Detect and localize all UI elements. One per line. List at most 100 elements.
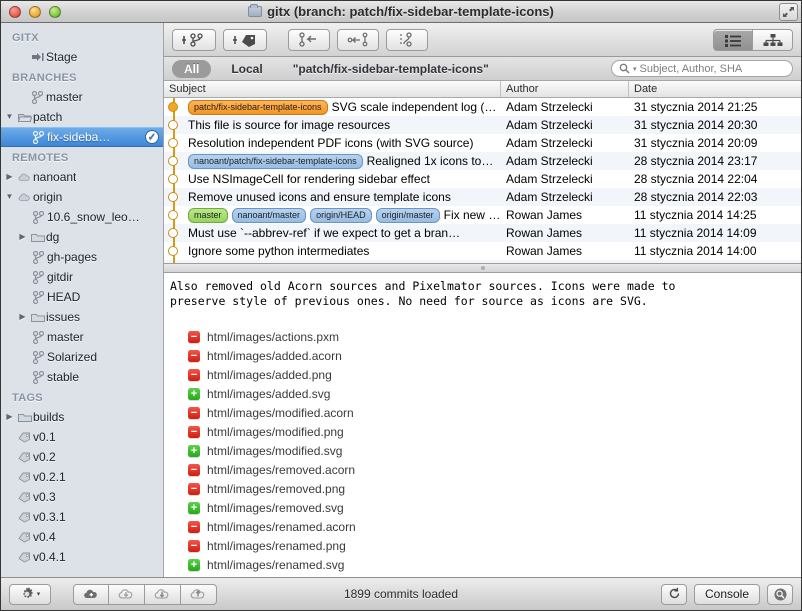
sidebar-item-gh-pages[interactable]: gh-pages [1,247,163,267]
commit-list[interactable]: patch/fix-sidebar-template-icons SVG sca… [164,98,801,263]
sidebar-item-head[interactable]: HEAD [1,287,163,307]
column-header-author[interactable]: Author [501,81,629,97]
table-row[interactable]: Use NSImageCell for rendering sidebar ef… [164,170,801,188]
pane-splitter[interactable] [164,263,801,273]
changed-file-list[interactable]: − html/images/actions.pxm − html/images/… [164,327,801,577]
inspector-button[interactable] [767,583,793,605]
column-header-subject[interactable]: Subject [164,81,501,97]
sidebar-item-nanoant[interactable]: ▶ nanoant [1,167,163,187]
filter-all[interactable]: All [172,59,212,78]
sidebar-item-v0-1[interactable]: v0.1 [1,427,163,447]
filter-branch[interactable]: "patch/fix-sidebar-template-icons" [283,62,499,76]
table-row[interactable]: master nanoant/master origin/HEAD origin… [164,206,801,224]
sidebar-item-patch[interactable]: ▼ patch [1,107,163,127]
sidebar-item-10-6-snow-leopard[interactable]: 10.6_snow_leo… [1,207,163,227]
list-item[interactable]: − html/images/added.png [188,365,801,384]
ref-badge[interactable]: nanoant/master [231,207,307,223]
sidebar-item-origin-master[interactable]: master [1,327,163,347]
sidebar-item-fix-sidebar-template-icons[interactable]: fix-sideba… ✓ [1,127,163,147]
table-row[interactable]: Resolution independent PDF icons (with S… [164,134,801,152]
search-field[interactable]: ▾ Subject, Author, SHA [611,60,793,77]
disclosure-triangle[interactable]: ▶ [3,173,16,181]
push-button[interactable] [181,583,217,605]
table-row[interactable]: This file is source for image resources … [164,116,801,134]
remote-transfer-buttons[interactable] [73,583,217,605]
sidebar-item-v0-2-1[interactable]: v0.2.1 [1,467,163,487]
disclosure-triangle[interactable]: ▼ [3,193,16,201]
list-item[interactable]: + html/images/removed.svg [188,498,801,517]
sidebar-item-issues[interactable]: ▶ issues [1,307,163,327]
close-button[interactable] [9,5,21,18]
pull-button[interactable] [145,583,181,605]
column-header-date[interactable]: Date [629,81,801,97]
ref-badge[interactable]: origin/master [375,207,440,223]
zoom-button[interactable] [49,5,61,18]
list-item[interactable]: − html/images/actions.pxm [188,327,801,346]
sidebar-item-origin[interactable]: ▼ origin [1,187,163,207]
sidebar-item-v0-2[interactable]: v0.2 [1,447,163,467]
add-remote-button[interactable] [73,583,109,605]
commit-detail-pane[interactable]: Also removed old Acorn sources and Pixel… [164,273,801,577]
list-item[interactable]: + html/images/renamed.svg [188,555,801,574]
sidebar-item-stable[interactable]: stable [1,367,163,387]
sidebar-item-builds[interactable]: ▶ builds [1,407,163,427]
disclosure-triangle[interactable]: ▶ [3,413,16,421]
new-branch-button[interactable] [172,28,216,51]
list-item[interactable]: − html/images/renamed.acorn [188,517,801,536]
refresh-button[interactable] [661,583,687,605]
disclosure-triangle[interactable]: ▶ [16,313,29,321]
sidebar-item-stage[interactable]: Stage [1,47,163,67]
sidebar-item-solarized[interactable]: Solarized [1,347,163,367]
fetch-button[interactable] [109,583,145,605]
sidebar-item-v0-3[interactable]: v0.3 [1,487,163,507]
file-path: html/images/renamed.png [207,538,346,553]
list-item[interactable]: − html/images/modified.acorn [188,403,801,422]
checkout-button[interactable] [288,28,330,51]
table-row[interactable]: Unify build scripts Rowan James 11 stycz… [164,260,801,263]
sidebar-item-dg[interactable]: ▶ dg [1,227,163,247]
table-row[interactable]: Must use `--abbrev-ref` if we expect to … [164,224,801,242]
list-item[interactable]: − html/images/modified.png [188,422,801,441]
sidebar-item-label: gitdir [47,270,74,284]
ref-badge[interactable]: nanoant/patch/fix-sidebar-template-icons [188,153,363,169]
view-mode-segmented-control[interactable] [713,28,793,51]
list-item[interactable]: − html/images/renamed.png [188,536,801,555]
ref-badge[interactable]: origin/HEAD [310,207,372,223]
file-added-icon: + [188,444,200,457]
tree-view-button[interactable] [753,28,793,51]
fullscreen-button[interactable] [779,3,798,21]
list-item[interactable]: + html/images/added.svg [188,384,801,403]
merge-button[interactable] [337,28,379,51]
list-item[interactable]: − html/images/removed.acorn [188,460,801,479]
commit-table-header[interactable]: Subject Author Date [164,81,801,98]
disclosure-triangle[interactable]: ▼ [3,113,16,121]
bottom-toolbar: ▾ 1899 commits loaded Console [1,577,801,610]
table-row[interactable]: nanoant/patch/fix-sidebar-template-icons… [164,152,801,170]
console-button[interactable]: Console [694,583,760,605]
ref-badge[interactable]: master [188,207,228,223]
ref-badge[interactable]: patch/fix-sidebar-template-icons [188,99,328,115]
list-view-button[interactable] [713,28,753,51]
sidebar-item-gitdir[interactable]: gitdir [1,267,163,287]
table-row[interactable]: Remove unused icons and ensure template … [164,188,801,206]
actions-gear-button[interactable]: ▾ [9,583,51,605]
minimize-button[interactable] [29,5,41,18]
sidebar-item-label: gh-pages [47,250,98,264]
sidebar-item-master[interactable]: master [1,87,163,107]
new-tag-button[interactable] [223,28,267,51]
table-row[interactable]: patch/fix-sidebar-template-icons SVG sca… [164,98,801,116]
branch-icon [30,130,47,144]
table-row[interactable]: Ignore some python intermediates Rowan J… [164,242,801,260]
list-item[interactable]: − html/images/removed.png [188,479,801,498]
filter-local[interactable]: Local [221,62,272,76]
rebase-button[interactable] [386,28,428,51]
disclosure-triangle[interactable]: ▶ [16,233,29,241]
search-caret-icon[interactable]: ▾ [633,65,637,73]
list-item[interactable]: + html/images/modified.svg [188,441,801,460]
sidebar[interactable]: GITX Stage BRANCHES master ▼ patch fix-s… [1,23,164,577]
list-item[interactable]: − html/images/added.acorn [188,346,801,365]
sidebar-item-v0-4[interactable]: v0.4 [1,527,163,547]
sidebar-item-v0-3-1[interactable]: v0.3.1 [1,507,163,527]
sidebar-item-v0-4-1[interactable]: v0.4.1 [1,547,163,567]
commit-author: Adam Strzelecki [506,190,593,204]
